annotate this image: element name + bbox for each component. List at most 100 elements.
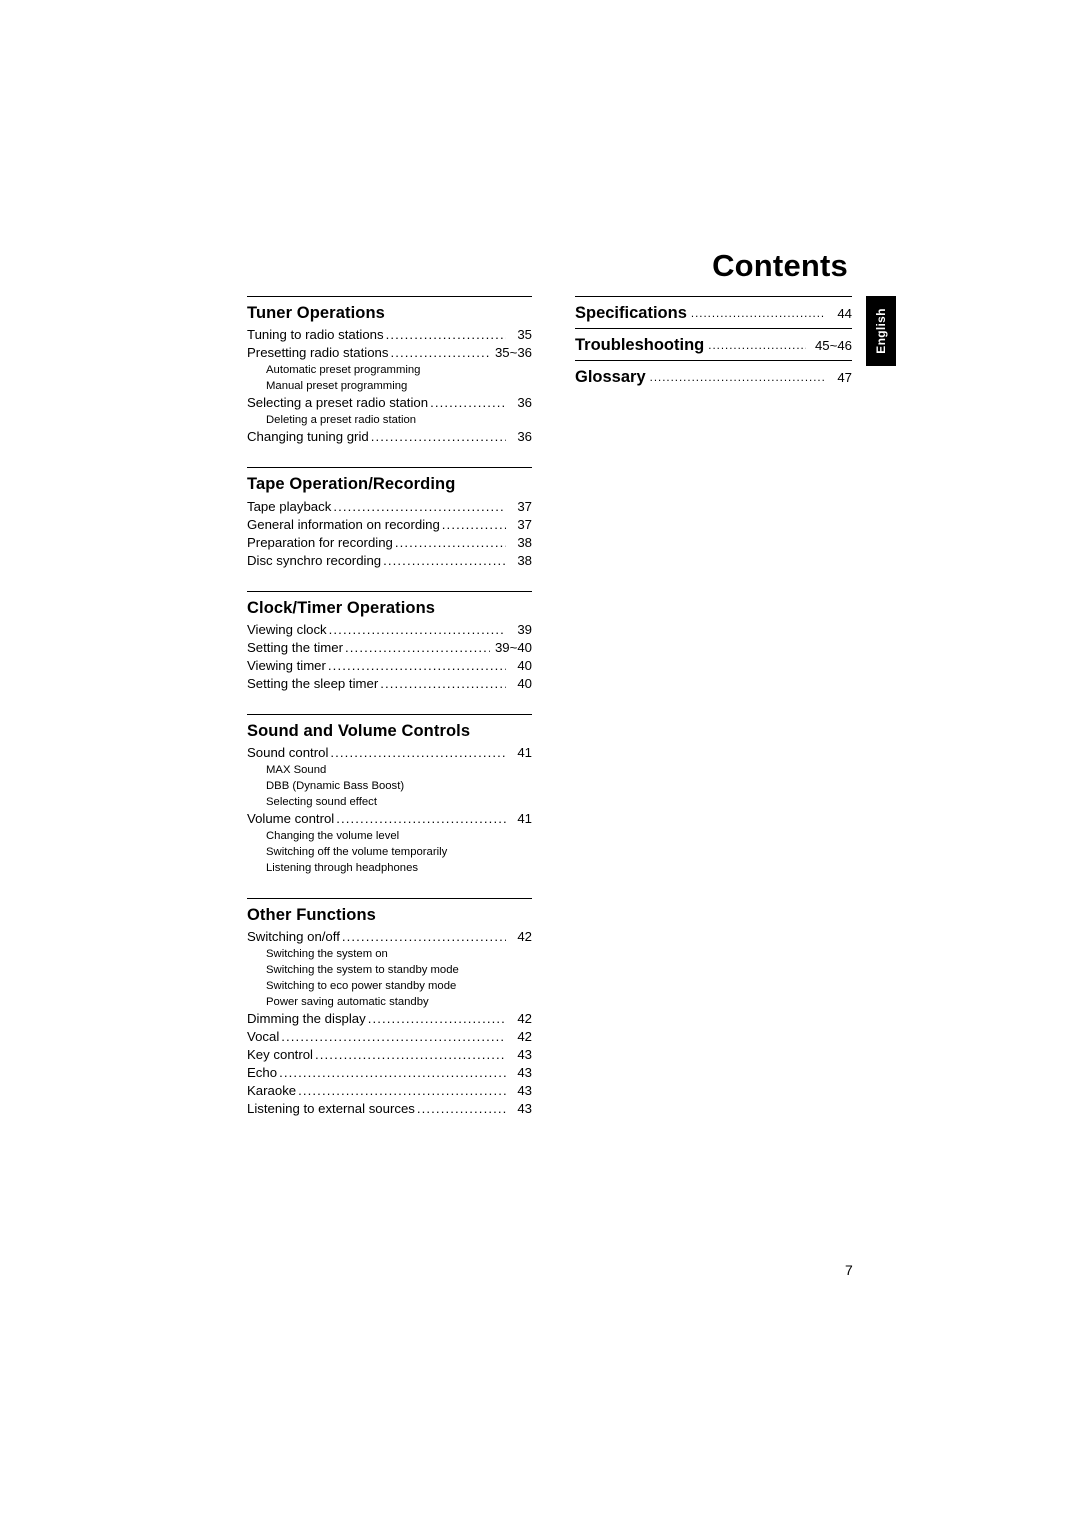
toc-entry[interactable]: Preparation for recording...............… bbox=[247, 534, 532, 552]
dot-leader: ........................................… bbox=[380, 675, 506, 691]
toc-entry-page: 42 bbox=[517, 1029, 532, 1044]
toc-major-entry-page: 47 bbox=[837, 370, 852, 385]
toc-subentry[interactable]: Changing the volume level bbox=[247, 828, 532, 844]
toc-entry[interactable]: Key control.............................… bbox=[247, 1046, 532, 1064]
toc-entry-page: 37 bbox=[517, 516, 532, 532]
toc-entry-label: Disc synchro recording bbox=[247, 552, 382, 568]
toc-entry-label: Volume control bbox=[247, 811, 335, 827]
toc-entry[interactable]: Echo....................................… bbox=[247, 1064, 532, 1082]
toc-left-column: Tuner Operations Tuning to radio stations… bbox=[247, 296, 532, 1118]
toc-entry-label: Viewing clock bbox=[247, 622, 327, 638]
dot-leader: ........................................… bbox=[281, 1029, 506, 1044]
dot-leader: ........................................… bbox=[370, 429, 506, 445]
toc-entry[interactable]: Tuning to radio stations................… bbox=[247, 326, 532, 344]
toc-major-entry-label: Glossary bbox=[575, 368, 646, 386]
toc-subentry[interactable]: Switching the system to standby mode bbox=[247, 962, 532, 978]
toc-entry-page: 37 bbox=[517, 498, 532, 514]
toc-subentry[interactable]: MAX Sound bbox=[247, 762, 532, 778]
toc-subentry[interactable]: DBB (Dynamic Bass Boost) bbox=[247, 778, 532, 794]
toc-subentry[interactable]: Switching to eco power standby mode bbox=[247, 978, 532, 994]
toc-entry-page: 38 bbox=[517, 534, 532, 550]
toc-entry[interactable]: Setting the sleep timer.................… bbox=[247, 675, 532, 693]
toc-entry[interactable]: Disc synchro recording..................… bbox=[247, 552, 532, 570]
toc-subentry[interactable]: Deleting a preset radio station bbox=[247, 412, 532, 428]
dot-leader: ........................................… bbox=[390, 345, 490, 361]
toc-entry[interactable]: Setting the timer.......................… bbox=[247, 639, 532, 657]
toc-subentry[interactable]: Manual preset programming bbox=[247, 378, 532, 394]
toc-entry-label: Sound control bbox=[247, 745, 329, 761]
toc-entry[interactable]: Sound control...........................… bbox=[247, 744, 532, 762]
dot-leader: ........................................… bbox=[430, 395, 506, 411]
dot-leader: ........................................… bbox=[279, 1064, 506, 1080]
section-heading: Tuner Operations bbox=[247, 304, 385, 322]
toc-entry-label: Selecting a preset radio station bbox=[247, 395, 429, 411]
toc-major-entry[interactable]: Troubleshooting.........................… bbox=[575, 329, 852, 360]
dot-leader: ........................................… bbox=[383, 552, 506, 568]
toc-subentry[interactable]: Listening through headphones bbox=[247, 860, 532, 876]
language-tab-label: English bbox=[874, 308, 888, 354]
toc-major-entry-page: 44 bbox=[837, 306, 852, 321]
toc-entry-page: 43 bbox=[517, 1082, 532, 1098]
toc-entry-page: 42 bbox=[517, 928, 532, 944]
toc-entry-page: 43 bbox=[517, 1046, 532, 1062]
toc-entry-label: Presetting radio stations bbox=[247, 345, 389, 361]
dot-leader: ........................................… bbox=[708, 340, 806, 352]
toc-entry[interactable]: Tape playback...........................… bbox=[247, 498, 532, 516]
toc-entry[interactable]: Viewing timer...........................… bbox=[247, 657, 532, 675]
toc-subentry[interactable]: Selecting sound effect bbox=[247, 794, 532, 810]
toc-entry-page: 41 bbox=[517, 745, 532, 761]
toc-entry[interactable]: Presetting radio stations...............… bbox=[247, 344, 532, 362]
toc-subentry[interactable]: Switching the system on bbox=[247, 946, 532, 962]
toc-subentry[interactable]: Power saving automatic standby bbox=[247, 994, 532, 1010]
dot-leader: ........................................… bbox=[330, 745, 506, 761]
dot-leader: ........................................… bbox=[336, 811, 506, 827]
toc-entry[interactable]: Dimming the display.....................… bbox=[247, 1010, 532, 1028]
dot-leader: ........................................… bbox=[341, 928, 506, 944]
toc-entry-page: 35 bbox=[517, 327, 532, 343]
toc-subentry[interactable]: Switching off the volume temporarily bbox=[247, 844, 532, 860]
toc-right-column: Specifications..........................… bbox=[575, 296, 852, 392]
section-heading: Other Functions bbox=[247, 905, 376, 924]
toc-entry-label: Tape playback bbox=[247, 498, 332, 514]
toc-entry[interactable]: Karaoke.................................… bbox=[247, 1082, 532, 1100]
toc-entry[interactable]: Selecting a preset radio station........… bbox=[247, 394, 532, 412]
dot-leader: ........................................… bbox=[690, 308, 824, 320]
toc-section: Other Functions Switching on/off.........… bbox=[247, 897, 532, 1118]
toc-entry-page: 39~40 bbox=[494, 640, 532, 656]
toc-entry-page: 43 bbox=[517, 1100, 532, 1116]
toc-entry[interactable]: Listening to external sources...........… bbox=[247, 1100, 532, 1118]
toc-section: Clock/Timer Operations Viewing clock.....… bbox=[247, 590, 532, 693]
toc-major-entry[interactable]: Specifications..........................… bbox=[575, 297, 852, 328]
toc-entry[interactable]: Vocal...................................… bbox=[247, 1028, 532, 1046]
toc-entry-label: General information on recording bbox=[247, 516, 440, 532]
toc-entry-label: Key control bbox=[247, 1046, 313, 1062]
page-title: Contents bbox=[712, 248, 848, 283]
toc-major-entry-page: 45~46 bbox=[814, 338, 852, 353]
toc-entry-label: Dimming the display bbox=[247, 1011, 366, 1027]
toc-entry[interactable]: Switching on/off........................… bbox=[247, 928, 532, 946]
dot-leader: ........................................… bbox=[327, 658, 506, 674]
toc-major-entry-label: Troubleshooting bbox=[575, 336, 705, 354]
toc-entry-page: 40 bbox=[517, 675, 532, 691]
section-heading: Tape Operation/Recording bbox=[247, 475, 456, 494]
dot-leader: ........................................… bbox=[416, 1100, 506, 1116]
toc-entry-page: 39 bbox=[517, 622, 532, 638]
toc-entry[interactable]: General information on recording........… bbox=[247, 516, 532, 534]
toc-major-entry[interactable]: Glossary................................… bbox=[575, 361, 852, 392]
toc-section: Tape Operation/Recording Tape playback...… bbox=[247, 467, 532, 569]
toc-entry-label: Changing tuning grid bbox=[247, 429, 369, 445]
toc-page: Contents English Tuner Operations Tuning … bbox=[0, 0, 1080, 1528]
toc-entry[interactable]: Volume control..........................… bbox=[247, 810, 532, 828]
toc-entry-label: Tuning to radio stations bbox=[247, 327, 384, 343]
toc-entry-page: 40 bbox=[517, 658, 532, 674]
toc-entry-label: Karaoke bbox=[247, 1082, 297, 1098]
toc-entry[interactable]: Changing tuning grid....................… bbox=[247, 428, 532, 446]
toc-entry-page: 41 bbox=[517, 811, 532, 827]
toc-subentry[interactable]: Automatic preset programming bbox=[247, 362, 532, 378]
dot-leader: ........................................… bbox=[385, 327, 506, 343]
toc-major-entry-label: Specifications bbox=[575, 304, 687, 322]
toc-entry[interactable]: Viewing clock...........................… bbox=[247, 621, 532, 639]
